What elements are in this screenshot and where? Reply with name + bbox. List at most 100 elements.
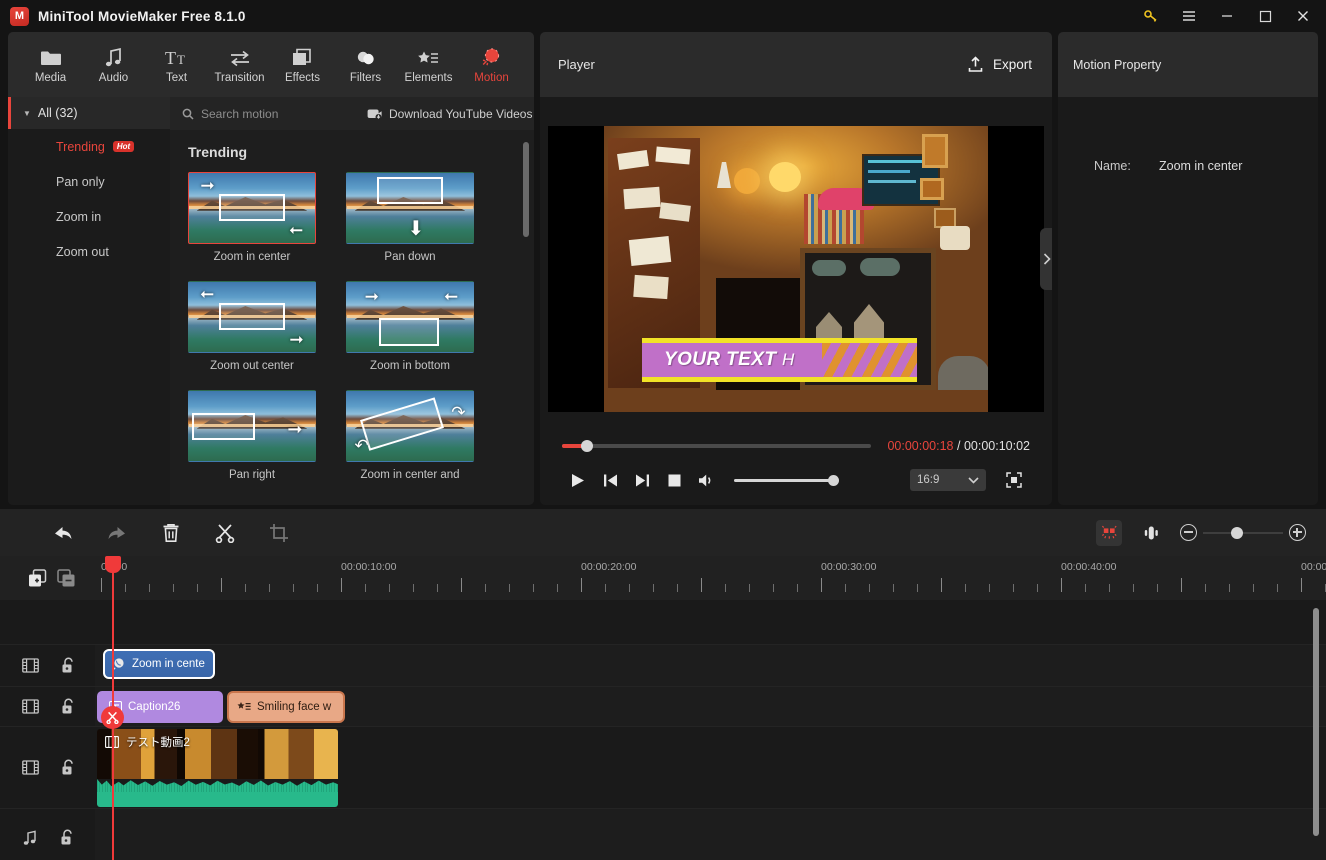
timeline-tracks-area[interactable]: 00:00 00:00:10:00 00:00:20:00 00:00:30:0… xyxy=(95,556,1326,860)
maximize-icon[interactable] xyxy=(1246,0,1284,32)
ribbon-tab-motion[interactable]: Motion xyxy=(461,36,522,94)
motion-caption: Pan right xyxy=(228,469,276,481)
track-video-1[interactable]: Zoom in cente xyxy=(95,644,1326,686)
arrow-up-left-icon: ➞ xyxy=(200,285,215,305)
category-all[interactable]: ▼ All (32) xyxy=(8,97,170,129)
download-youtube-videos-button[interactable]: Download YouTube Videos xyxy=(367,107,532,121)
ribbon-tab-filters[interactable]: Filters xyxy=(335,36,396,94)
category-item-zoom-out[interactable]: Zoom out xyxy=(8,234,170,269)
ribbon-tab-transition[interactable]: Transition xyxy=(209,36,270,94)
stop-button[interactable] xyxy=(658,469,690,491)
ribbon-label-filters: Filters xyxy=(349,71,382,84)
ruler-tick-minor xyxy=(437,584,438,592)
clip-video[interactable]: テスト動画2 xyxy=(97,729,338,807)
motion-card-zoom-in-center-and[interactable]: ↷ ↶ Zoom in center and xyxy=(346,390,474,481)
ribbon-label-transition: Transition xyxy=(214,71,265,84)
player-panel: Player Export YOUR TEXT H 00:00:00:18 / … xyxy=(540,32,1052,505)
timeline-ruler[interactable]: 00:00 00:00:10:00 00:00:20:00 00:00:30:0… xyxy=(95,556,1326,600)
fullscreen-button[interactable] xyxy=(998,469,1030,491)
motion-card-pan-right[interactable]: ➞ Pan right xyxy=(188,390,316,481)
search-box[interactable] xyxy=(182,106,367,121)
zoom-out-button[interactable] xyxy=(1180,524,1197,541)
ribbon-tab-elements[interactable]: Elements xyxy=(398,36,459,94)
redo-button[interactable] xyxy=(90,518,144,548)
motion-card-pan-down[interactable]: ⬇ Pan down xyxy=(346,172,474,263)
category-item-pan-only[interactable]: Pan only xyxy=(8,164,170,199)
motion-thumb: ➞ ➞ xyxy=(346,281,474,353)
ruler-tick-minor xyxy=(413,584,414,592)
volume-slider[interactable] xyxy=(734,474,839,486)
ruler-tick-minor xyxy=(1013,584,1014,592)
delete-button[interactable] xyxy=(144,518,198,548)
play-button[interactable] xyxy=(562,469,594,491)
aspect-ratio-select[interactable]: 16:9 xyxy=(910,469,986,491)
minimize-icon[interactable] xyxy=(1208,0,1246,32)
track-audio[interactable] xyxy=(95,808,1326,860)
category-item-zoom-in[interactable]: Zoom in xyxy=(8,199,170,234)
zoom-slider[interactable] xyxy=(1203,526,1283,539)
motion-thumb: ↷ ↶ xyxy=(346,390,474,462)
export-button[interactable]: Export xyxy=(967,56,1032,73)
ruler-tick-minor xyxy=(389,584,390,592)
motion-grid: ➞ ➞ Zoom in center ⬇ Pan down ➞ ➞ Zoom o… xyxy=(188,172,534,481)
ruler-tick-minor xyxy=(293,584,294,592)
ribbon-tab-audio[interactable]: Audio xyxy=(83,36,144,94)
split-marker-icon[interactable] xyxy=(101,706,124,729)
ruler-tick-minor xyxy=(1037,584,1038,592)
category-item-trending[interactable]: Trending Hot xyxy=(8,129,170,164)
text-overlay-band[interactable]: YOUR TEXT H xyxy=(642,338,917,382)
zoom-in-button[interactable] xyxy=(1289,524,1306,541)
main-area: Media Audio TT Text Transition Effects F… xyxy=(0,32,1326,505)
ribbon-tab-media[interactable]: Media xyxy=(20,36,81,94)
undo-button[interactable] xyxy=(36,518,90,548)
video-preview-area[interactable]: YOUR TEXT H xyxy=(540,97,1052,429)
volume-handle[interactable] xyxy=(828,474,839,486)
ruler-tick-major xyxy=(341,578,342,592)
timeline-right-tools xyxy=(1096,519,1306,546)
seek-handle[interactable] xyxy=(581,440,593,452)
panel-collapse-toggle[interactable] xyxy=(1040,228,1052,290)
thumb-crop-frame xyxy=(219,194,285,221)
timeline-vertical-scrollbar[interactable] xyxy=(1313,608,1319,836)
track-video-3[interactable]: テスト動画2 xyxy=(95,726,1326,808)
zoom-handle[interactable] xyxy=(1231,526,1243,539)
volume-button[interactable] xyxy=(690,469,722,491)
track-video-2[interactable]: Caption26 Smiling face w xyxy=(95,686,1326,726)
seek-slider[interactable] xyxy=(562,440,872,452)
previous-frame-button[interactable] xyxy=(594,469,626,491)
menu-icon[interactable] xyxy=(1170,0,1208,32)
motion-card-zoom-out-center[interactable]: ➞ ➞ Zoom out center xyxy=(188,281,316,372)
split-button[interactable] xyxy=(198,518,252,548)
playhead-handle[interactable] xyxy=(105,556,121,573)
ribbon-tab-text[interactable]: TT Text xyxy=(146,36,207,94)
next-frame-button[interactable] xyxy=(626,469,658,491)
clip-video-label-group: テスト動画2 xyxy=(105,734,190,750)
motion-card-zoom-in-bottom[interactable]: ➞ ➞ Zoom in bottom xyxy=(346,281,474,372)
motion-grid-scroll[interactable]: Trending ➞ ➞ Zoom in center ⬇ Pan down ➞… xyxy=(170,130,534,505)
unlock-icon[interactable] xyxy=(61,657,76,674)
remove-track-icon[interactable] xyxy=(57,568,76,588)
unlock-icon[interactable] xyxy=(61,698,76,715)
keyframe-button[interactable] xyxy=(1096,519,1122,546)
ruler-tick-major xyxy=(461,578,462,592)
unlock-icon[interactable] xyxy=(61,759,76,776)
crop-button[interactable] xyxy=(252,518,306,548)
ruler-tick-minor xyxy=(557,584,558,592)
unlock-icon[interactable] xyxy=(60,829,75,846)
property-row-name: Name: Zoom in center xyxy=(1058,159,1318,173)
search-input[interactable] xyxy=(201,106,351,121)
motion-card-zoom-in-center[interactable]: ➞ ➞ Zoom in center xyxy=(188,172,316,263)
add-track-icon[interactable] xyxy=(28,568,47,588)
library-body: ▼ All (32) Trending Hot Pan only Zoom in xyxy=(8,97,534,505)
close-icon[interactable] xyxy=(1284,0,1322,32)
ribbon-tab-effects[interactable]: Effects xyxy=(272,36,333,94)
ruler-tick-minor xyxy=(485,584,486,592)
clip-motion[interactable]: Zoom in cente xyxy=(103,649,215,679)
timeline-empty-row[interactable] xyxy=(95,600,1326,644)
ruler-tick-minor xyxy=(245,584,246,592)
library-scrollbar[interactable] xyxy=(523,142,529,237)
key-icon[interactable] xyxy=(1132,0,1170,32)
clip-sticker[interactable]: Smiling face w xyxy=(227,691,345,723)
download-youtube-label: Download YouTube Videos xyxy=(389,106,533,121)
audio-detach-button[interactable] xyxy=(1136,520,1166,546)
